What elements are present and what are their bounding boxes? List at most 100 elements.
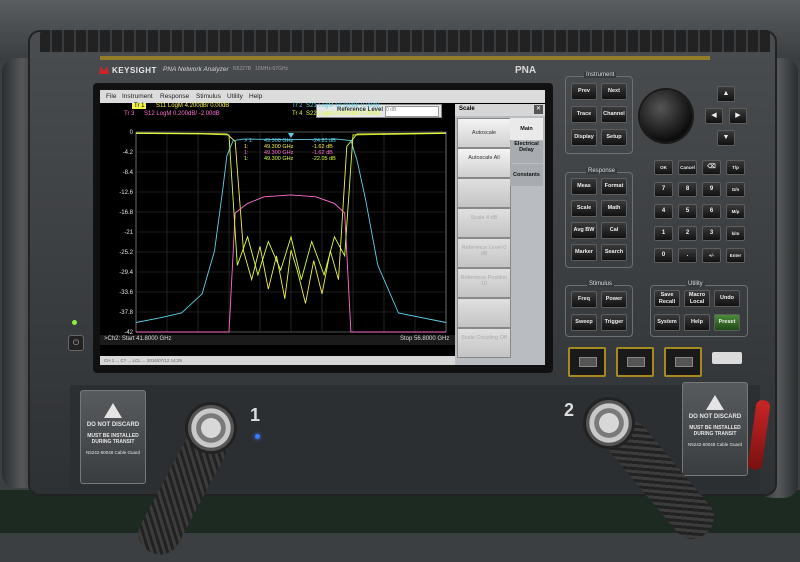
key-5[interactable]: 5 bbox=[678, 204, 697, 219]
system-button[interactable]: System bbox=[654, 314, 680, 331]
next-button[interactable]: Next bbox=[601, 83, 627, 100]
setup-button[interactable]: Setup bbox=[601, 129, 627, 146]
tab-constants[interactable]: Constants bbox=[510, 164, 543, 186]
macro-local-button[interactable]: Macro Local bbox=[684, 290, 710, 307]
prev-button[interactable]: Prev bbox=[571, 83, 597, 100]
format-button[interactable]: Format bbox=[601, 178, 627, 195]
menu-response[interactable]: Response bbox=[160, 93, 189, 100]
cable-guard-right: DO NOT DISCARD MUST BE INSTALLED DURING … bbox=[682, 382, 748, 476]
key-9[interactable]: 9 bbox=[702, 182, 721, 197]
menu-instrument[interactable]: Instrument bbox=[122, 93, 153, 100]
warning-icon bbox=[104, 403, 122, 418]
y-tick-label: -4.2 bbox=[123, 150, 134, 156]
trace-2-label[interactable]: S21 LogM 10.00dB/ 0.00dB bbox=[306, 103, 380, 109]
trace-button[interactable]: Trace bbox=[571, 106, 597, 123]
y-tick-label: -37.8 bbox=[119, 310, 133, 316]
tab-main[interactable]: Main bbox=[510, 118, 543, 140]
softkey-blank-2[interactable] bbox=[457, 298, 511, 328]
softkey-blank-1[interactable] bbox=[457, 178, 511, 208]
preset-button[interactable]: Preset bbox=[714, 314, 740, 331]
channel-button[interactable]: Channel bbox=[601, 106, 627, 123]
key-0[interactable]: 0 bbox=[654, 248, 673, 263]
marker-value: -22.05 dB bbox=[312, 156, 336, 162]
usb-port-3[interactable] bbox=[664, 347, 702, 377]
save-recall-button[interactable]: Save Recall bbox=[654, 290, 680, 307]
scale-button[interactable]: Scale bbox=[571, 200, 597, 217]
enter-key[interactable]: Enter bbox=[726, 248, 745, 263]
key-1[interactable]: 1 bbox=[654, 226, 673, 241]
trigger-button[interactable]: Trigger bbox=[601, 314, 627, 331]
y-tick-label: -33.6 bbox=[119, 290, 133, 296]
brand-logo: KEYSIGHT bbox=[99, 66, 157, 75]
trace-1-label[interactable]: S11 LogM 4.200dB/ 0.00dB bbox=[156, 103, 229, 109]
display-button[interactable]: Display bbox=[571, 129, 597, 146]
trace-plot[interactable]: 0 -4.2 -8.4 -12.6 -16.8 -21 -25.2 -29.4 -33.6 -37… bbox=[100, 116, 455, 336]
power-icon[interactable]: ⏻ bbox=[68, 335, 84, 351]
key-6[interactable]: 6 bbox=[702, 204, 721, 219]
tab-electrical-delay[interactable]: Electrical Delay bbox=[510, 141, 543, 163]
ok-key[interactable]: OK bbox=[654, 160, 673, 175]
tera-pico-key[interactable]: T/p bbox=[726, 160, 745, 175]
port-1-connector[interactable] bbox=[188, 405, 234, 451]
arrow-down-icon[interactable]: ▼ bbox=[717, 130, 735, 146]
search-button[interactable]: Search bbox=[601, 244, 627, 261]
model-number: N5227B bbox=[233, 66, 252, 72]
key-7[interactable]: 7 bbox=[654, 182, 673, 197]
guard-right-line3: N5242-60048 Cable Guard bbox=[687, 442, 743, 447]
port-1-led bbox=[255, 434, 260, 439]
usb-port-1[interactable] bbox=[568, 347, 606, 377]
display-screen: File Instrument Response Stimulus Utilit… bbox=[100, 90, 545, 365]
softkey-reference-level[interactable]: Reference Level 0 dB bbox=[457, 238, 511, 268]
rotary-knob[interactable] bbox=[640, 90, 692, 142]
arrow-up-icon[interactable]: ▲ bbox=[717, 86, 735, 102]
key-plus-minus[interactable]: +/- bbox=[702, 248, 721, 263]
y-tick-label: -12.6 bbox=[119, 190, 133, 196]
marker-frequency: 49.300 GHz bbox=[264, 156, 294, 162]
key-3[interactable]: 3 bbox=[702, 226, 721, 241]
marker-button[interactable]: Marker bbox=[571, 244, 597, 261]
menu-help[interactable]: Help bbox=[249, 93, 262, 100]
math-button[interactable]: Math bbox=[601, 200, 627, 217]
kilo-milli-key[interactable]: k/m bbox=[726, 226, 745, 241]
avg-bw-button[interactable]: Avg BW bbox=[571, 222, 597, 239]
close-icon[interactable]: ✕ bbox=[534, 105, 543, 114]
key-2[interactable]: 2 bbox=[678, 226, 697, 241]
softkey-scale-coupling[interactable]: Scale Coupling Off bbox=[457, 328, 511, 358]
menu-bar: File Instrument Response Stimulus Utilit… bbox=[100, 90, 545, 103]
arrow-right-icon[interactable]: ▶ bbox=[729, 108, 747, 124]
freq-button[interactable]: Freq bbox=[571, 291, 597, 308]
power-button[interactable]: Power bbox=[601, 291, 627, 308]
menu-file[interactable]: File bbox=[106, 93, 116, 100]
y-tick-label: -29.4 bbox=[119, 270, 133, 276]
arrow-left-icon[interactable]: ◀ bbox=[705, 108, 723, 124]
key-8[interactable]: 8 bbox=[678, 182, 697, 197]
port-1-label: 1 bbox=[250, 405, 261, 425]
standby-led bbox=[72, 320, 77, 325]
marker-label: 1: bbox=[244, 156, 249, 162]
y-tick-label: 0 bbox=[130, 130, 134, 136]
softkey-autoscale-all[interactable]: Autoscale All bbox=[457, 148, 511, 178]
menu-stimulus[interactable]: Stimulus bbox=[196, 93, 221, 100]
key-4[interactable]: 4 bbox=[654, 204, 673, 219]
status-text: CH 1 ... C? ... LCL ... 2016/07/12 14:29 bbox=[104, 358, 182, 363]
backspace-icon[interactable]: ⌫ bbox=[702, 160, 721, 175]
port-2-connector[interactable] bbox=[586, 400, 632, 446]
tape-strip bbox=[100, 56, 710, 60]
start-frequency[interactable]: >Ch2: Start 41.8000 GHz bbox=[104, 336, 172, 342]
softkey-reference-position[interactable]: Reference Position 10 bbox=[457, 268, 511, 298]
softkey-autoscale[interactable]: Autoscale bbox=[457, 118, 511, 148]
softkey-scale[interactable]: Scale 4 dB bbox=[457, 208, 511, 238]
port-2-label: 2 bbox=[564, 400, 575, 420]
stop-frequency[interactable]: Stop 56.8000 GHz bbox=[400, 336, 449, 342]
sweep-button[interactable]: Sweep bbox=[571, 314, 597, 331]
menu-utility[interactable]: Utility bbox=[227, 93, 243, 100]
giga-nano-key[interactable]: G/n bbox=[726, 182, 745, 197]
meas-button[interactable]: Meas bbox=[571, 178, 597, 195]
help-button[interactable]: Help bbox=[684, 314, 710, 331]
undo-button[interactable]: Undo bbox=[714, 290, 740, 307]
usb-port-2[interactable] bbox=[616, 347, 654, 377]
cancel-key[interactable]: Cancel bbox=[678, 160, 697, 175]
cal-button[interactable]: Cal bbox=[601, 222, 627, 239]
key-decimal[interactable]: . bbox=[678, 248, 697, 263]
mega-micro-key[interactable]: M/μ bbox=[726, 204, 745, 219]
